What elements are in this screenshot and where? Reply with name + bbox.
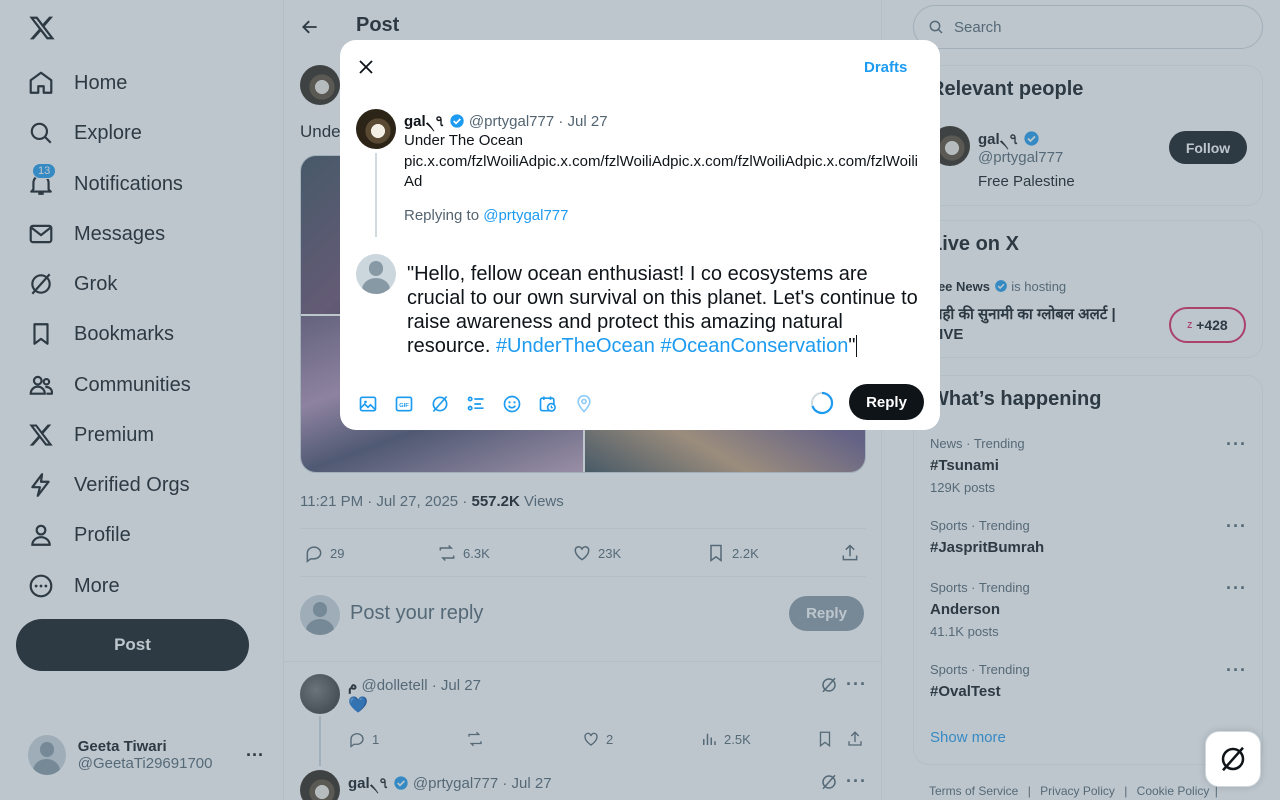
image-icon[interactable] — [358, 394, 378, 414]
original-author-name: gal৲৭ — [404, 113, 445, 130]
original-post-link: pic.x.com/fzlWoiliAdpic.x.com/fzlWoiliAd… — [404, 153, 919, 190]
original-post-title: Under The Ocean — [404, 132, 523, 149]
close-icon[interactable] — [357, 58, 375, 76]
avatar — [356, 254, 396, 294]
schedule-icon[interactable] — [538, 394, 558, 414]
svg-text:GIF: GIF — [399, 403, 409, 409]
grok-floating-button[interactable] — [1205, 731, 1261, 787]
character-count-ring-icon — [811, 391, 834, 415]
replying-to: Replying to @prtygal777 — [404, 207, 569, 224]
reply-hashtags[interactable]: #UnderTheOcean #OceanConservation — [496, 335, 848, 357]
reply-text-end: " — [848, 335, 856, 357]
original-author-avatar — [356, 109, 396, 149]
grok-icon[interactable] — [430, 394, 450, 414]
replying-to-prefix: Replying to — [404, 207, 484, 224]
poll-icon[interactable] — [466, 394, 486, 414]
drafts-button[interactable]: Drafts — [864, 59, 907, 76]
reply-button[interactable]: Reply — [849, 384, 924, 420]
grok-icon — [1221, 746, 1245, 772]
emoji-icon[interactable] — [502, 394, 522, 414]
reply-textarea[interactable]: "Hello, fellow ocean enthusiast! I co ec… — [407, 262, 922, 358]
replying-to-handle[interactable]: @prtygal777 — [483, 207, 568, 224]
location-icon[interactable] — [574, 394, 594, 414]
reply-modal: Drafts gal৲৭ @prtygal777 · Jul 27 Under … — [340, 40, 940, 430]
gif-icon[interactable]: GIF — [394, 394, 414, 414]
thread-line — [375, 153, 377, 237]
verified-badge-icon — [450, 114, 464, 128]
original-author-meta: @prtygal777 · Jul 27 — [468, 113, 608, 130]
text-cursor — [856, 335, 858, 357]
